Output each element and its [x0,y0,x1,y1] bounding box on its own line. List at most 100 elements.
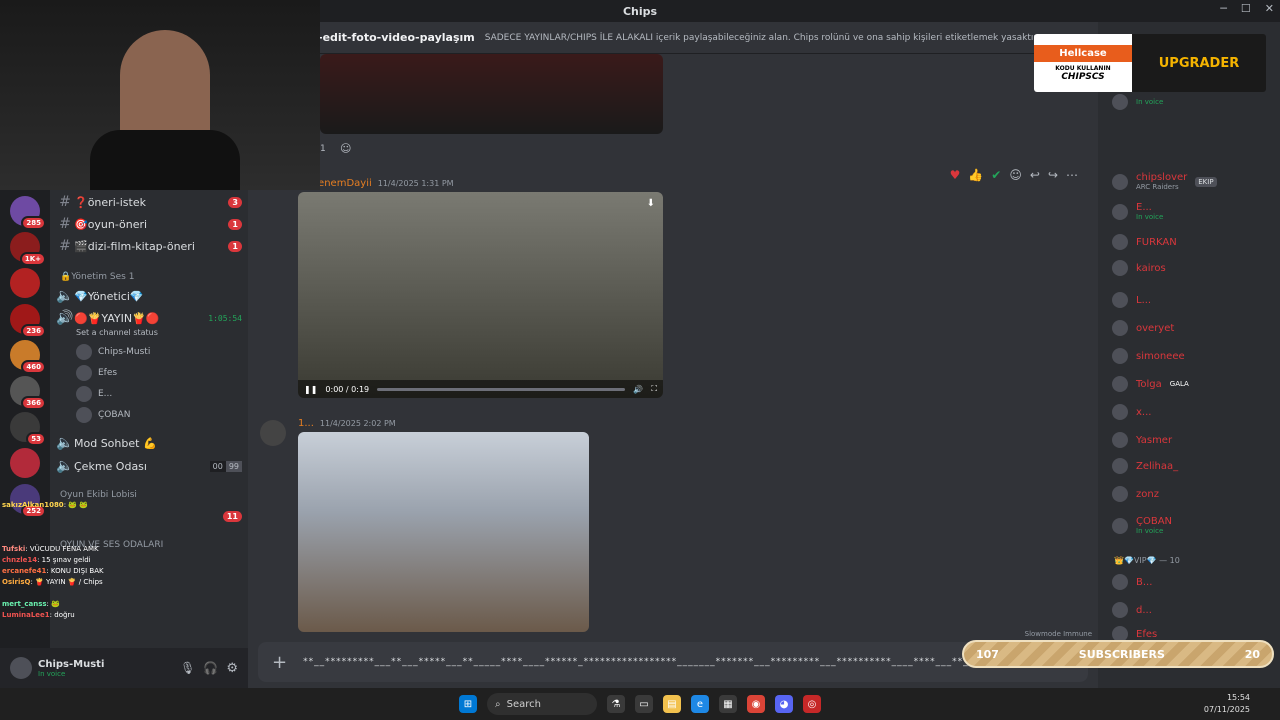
server-icon[interactable] [10,448,40,478]
server-icon[interactable]: 285 [10,196,46,230]
channel-name: -edit-foto-video-paylaşım [318,31,475,44]
server-icon[interactable]: 460 [10,340,46,374]
avatar[interactable] [10,657,32,679]
category-header[interactable]: Oyun Ekibi Lobisi [60,490,137,500]
chrome-icon[interactable]: ◉ [747,695,765,713]
voice-timer: 1:05:54 [208,313,242,323]
channel-topic[interactable]: SADECE YAYINLAR/CHIPS İLE ALAKALI içerik… [485,33,1039,43]
message-image[interactable] [320,54,663,134]
edge-icon[interactable]: e [691,695,709,713]
voice-channel[interactable]: 🔊 🔴🍟YAYIN🍟🔴 1:05:54 [56,308,242,328]
voice-user[interactable]: Efes [76,365,117,381]
server-icon[interactable]: 366 [10,376,46,410]
window-title: Chips [622,4,658,18]
message-author[interactable]: 1... [298,418,314,429]
widgets-icon[interactable]: ⚗ [607,695,625,713]
avatar[interactable] [260,420,286,446]
server-icon[interactable]: 53 [10,412,46,446]
voice-channel[interactable]: 🔈 💎Yönetici💎 [56,286,242,306]
pause-icon[interactable]: ❚❚ [304,385,317,394]
chat-line: mert_canss: 🐸 [2,600,60,608]
chat-line: Tufski: VÜCUDU FENA AMK [2,545,99,553]
server-icon[interactable]: 1K+ [10,232,46,266]
reply-icon[interactable]: ↩ [1030,168,1040,182]
thumbs-up-icon[interactable]: 👍 [968,168,983,182]
user-status: In voice [38,669,66,678]
close-icon[interactable]: ✕ [1265,2,1274,15]
plus-icon[interactable]: + [272,652,287,673]
message-video[interactable]: ❚❚ 0:00 / 0:19 🔊 ⛶ ⬇ [298,192,663,398]
voice-user[interactable]: E... [76,386,112,402]
taskbar-search[interactable]: ⌕ Search [487,693,597,715]
member-group-header: 👑💎VIP💎 — 10 [1114,556,1180,565]
voice-channel[interactable]: 🔈 Mod Sohbet 💪 [56,433,242,453]
channel-header: -edit-foto-video-paylaşım SADECE YAYINLA… [248,22,1098,54]
channel-item[interactable]: # 🎯oyun-öneri 1 [56,214,242,234]
volume-icon[interactable]: 🔊 [633,385,643,394]
member[interactable]: In voice [1112,94,1163,110]
check-icon[interactable]: ✔ [991,168,1001,182]
chat-line: chnzle14: 15 şınav geldi [2,556,91,564]
member[interactable]: Tolga GALA [1112,376,1189,392]
voice-user[interactable]: Chips-Musti [76,344,150,360]
member[interactable]: overyet [1112,320,1174,336]
message-author[interactable]: KenemDayii [312,178,372,189]
member[interactable]: FURKAN [1112,234,1177,250]
member[interactable]: kairos [1112,260,1166,276]
server-icon[interactable] [10,268,40,298]
member[interactable]: L... [1112,292,1151,308]
member[interactable]: chipslover ARC Raiders EKIP [1112,172,1217,191]
add-reaction-icon[interactable]: ☺ [340,142,351,155]
channel-status[interactable]: Set a channel status [76,328,158,337]
webcam-overlay [0,0,320,190]
file-explorer-icon[interactable]: ▤ [663,695,681,713]
member[interactable]: zonz [1112,486,1159,502]
member[interactable]: x... [1112,404,1151,420]
member[interactable]: simoneee [1112,348,1185,364]
member[interactable]: Zelihaa_ [1112,458,1178,474]
hash-icon: # [59,238,71,254]
avatar [76,365,92,381]
video-progress-bar[interactable] [377,387,626,391]
taskbar-clock[interactable]: 15:54 07/11/2025 [1204,692,1250,716]
category-header[interactable]: 🔒Yönetim Ses 1 [60,272,134,282]
app-icon[interactable]: ◎ [803,695,821,713]
chat-line: ercanefe41: KONU DIŞI BAK [2,567,104,575]
more-icon[interactable]: ⋯ [1066,168,1078,182]
chat-line: OsirisQ: 🍟 YAYIN 🍟 / Chips [2,578,103,586]
message-timestamp: 11/4/2025 2:02 PM [319,419,396,428]
member-list: In voice chipslover ARC Raiders EKIP E... I… [1098,22,1280,688]
forward-icon[interactable]: ↪ [1048,168,1058,182]
composer-text[interactable]: **__*********___**___*****___**_____****… [303,657,1007,667]
member[interactable]: E... In voice [1112,202,1163,221]
headphones-icon[interactable]: 🎧 [203,661,218,675]
heart-icon[interactable]: ♥ [950,168,961,182]
channel-item[interactable]: # ❓öneri-istek 3 [56,192,242,212]
maximize-icon[interactable]: ☐ [1241,2,1251,15]
server-icon[interactable]: 236 [10,304,46,338]
sponsor-right: UPGRADER [1132,34,1266,92]
windows-start-icon[interactable]: ⊞ [459,695,477,713]
voice-channel[interactable]: 🔈 Çekme Odası 00 99 [56,456,242,476]
task-view-icon[interactable]: ▭ [635,695,653,713]
message-actions: ♥ 👍 ✔ ☺ ↩ ↪ ⋯ [950,168,1078,182]
channel-item[interactable]: # 🎬dizi-film-kitap-öneri 1 [56,236,242,256]
member[interactable]: B... [1112,574,1152,590]
store-icon[interactable]: ▦ [719,695,737,713]
add-reaction-icon[interactable]: ☺ [1009,168,1022,182]
reaction-count[interactable]: 1 [320,144,326,154]
message-image[interactable] [298,432,589,632]
avatar [76,386,92,402]
speaker-icon: 🔈 [56,288,74,304]
sponsor-banner: Hellcase KODU KULLANIN CHIPSCS UPGRADER [1034,34,1266,92]
member[interactable]: d... [1112,602,1152,618]
member[interactable]: Yasmer [1112,432,1172,448]
discord-icon[interactable]: ◕ [775,695,793,713]
fullscreen-icon[interactable]: ⛶ [651,384,657,394]
voice-user[interactable]: ÇOBAN [76,407,130,423]
mic-icon[interactable]: 🎙 [180,661,195,675]
minimize-icon[interactable]: ─ [1220,2,1227,15]
member[interactable]: ÇOBAN In voice [1112,516,1172,535]
download-icon[interactable]: ⬇ [647,198,655,209]
gear-icon[interactable]: ⚙ [226,661,238,676]
